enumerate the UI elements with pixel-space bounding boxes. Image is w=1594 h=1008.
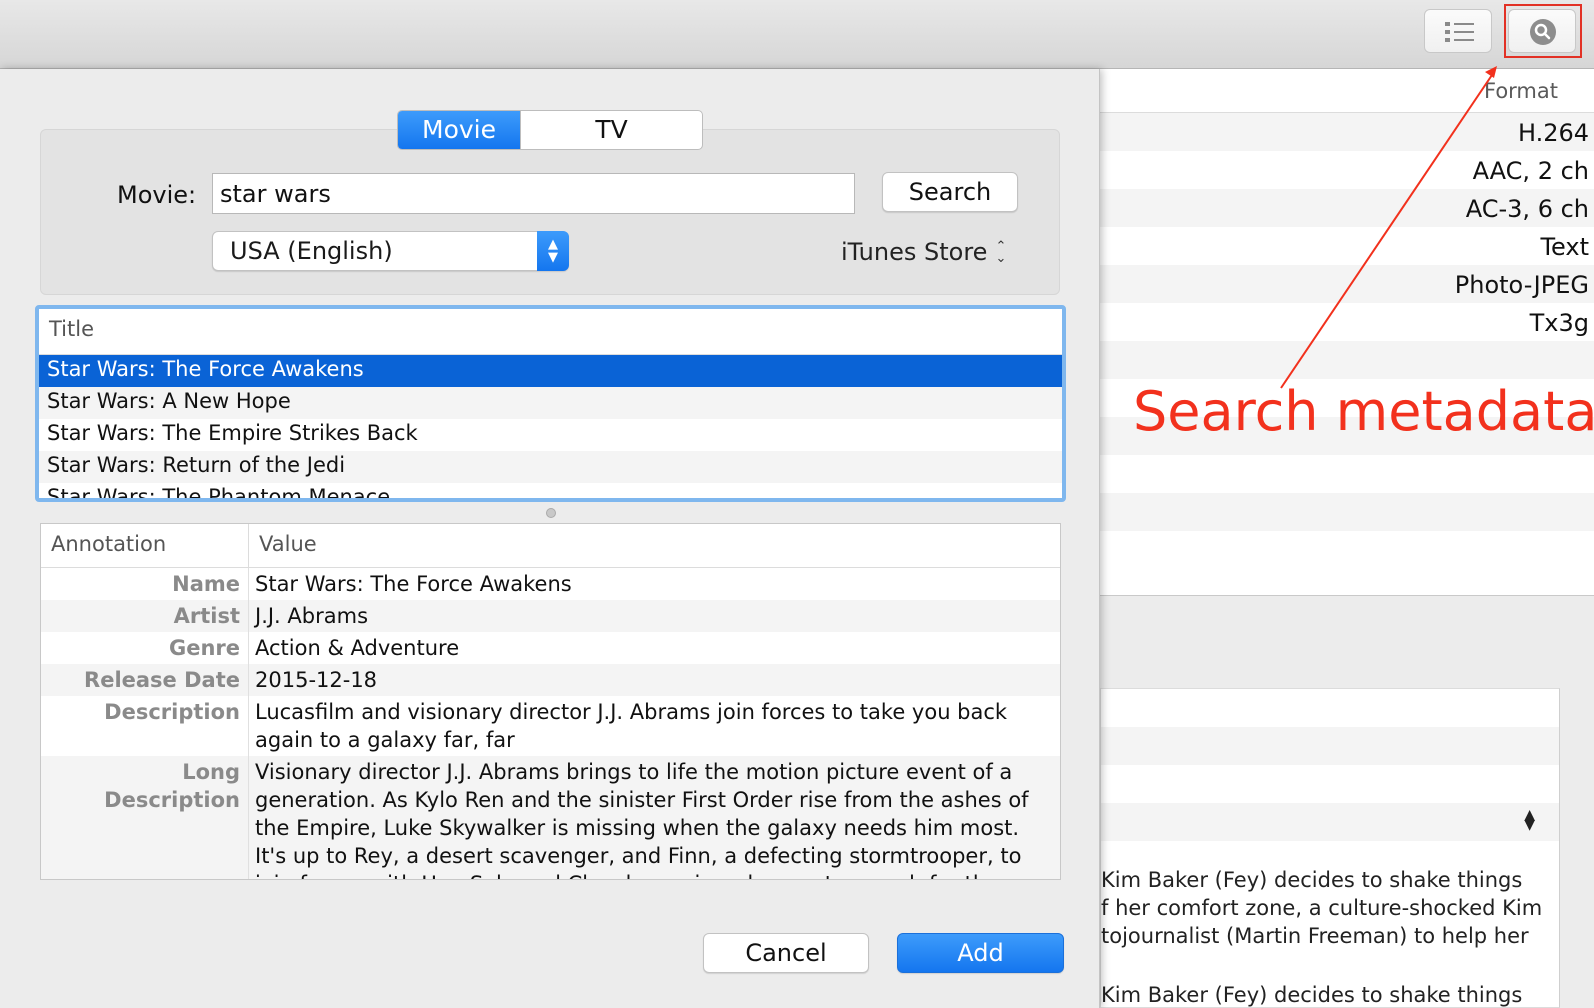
results-table: Title Star Wars: The Force Awakens Star … (35, 305, 1066, 502)
search-button[interactable]: Search (882, 172, 1018, 212)
table-row[interactable]: Artist J.J. Abrams (41, 600, 1060, 632)
search-options-group: Movie TV Episode Movie: Search USA (Engl… (40, 110, 1060, 295)
add-button[interactable]: Add (897, 933, 1064, 973)
value-column-header[interactable]: Value (249, 524, 327, 567)
split-view-handle[interactable] (546, 508, 556, 518)
metadata-table: Annotation Value Name Star Wars: The For… (40, 523, 1061, 880)
list-item[interactable]: Star Wars: Return of the Jedi (39, 451, 1062, 483)
cancel-button[interactable]: Cancel (703, 933, 869, 973)
table-row[interactable]: Name Star Wars: The Force Awakens (41, 568, 1060, 600)
table-row[interactable]: Long Description Visionary director J.J.… (41, 756, 1060, 879)
table-row[interactable]: Description Lucasfilm and visionary dire… (41, 696, 1060, 756)
store-value: iTunes Store (841, 238, 988, 266)
chevron-updown-icon: ⌃ ⌄ (995, 239, 1007, 266)
metadata-search-sheet: Movie TV Episode Movie: Search USA (Engl… (0, 69, 1100, 1008)
list-item[interactable]: Star Wars: A New Hope (39, 387, 1062, 419)
store-popup[interactable]: iTunes Store ⌃ ⌄ (841, 238, 1006, 266)
table-row[interactable]: Release Date 2015-12-18 (41, 664, 1060, 696)
title-column-header[interactable]: Title (39, 309, 1062, 355)
list-item[interactable]: Star Wars: The Phantom Menace (39, 483, 1062, 498)
tab-movie[interactable]: Movie (398, 111, 520, 149)
movie-search-input[interactable] (212, 173, 855, 214)
language-value: USA (English) (230, 237, 393, 265)
table-row[interactable]: Genre Action & Adventure (41, 632, 1060, 664)
popup-arrows-icon: ▲ ▼ (537, 231, 569, 271)
tab-tv-episode[interactable]: TV Episode (520, 111, 702, 149)
movie-label: Movie: (117, 181, 197, 209)
list-item[interactable]: Star Wars: The Force Awakens (39, 355, 1062, 387)
metadata-table-header: Annotation Value (41, 524, 1060, 568)
annotation-column-header[interactable]: Annotation (41, 524, 249, 567)
language-popup[interactable]: USA (English) ▲ ▼ (212, 231, 569, 271)
list-item[interactable]: Star Wars: The Empire Strikes Back (39, 419, 1062, 451)
media-kind-segmented-control[interactable]: Movie TV Episode (397, 110, 703, 150)
